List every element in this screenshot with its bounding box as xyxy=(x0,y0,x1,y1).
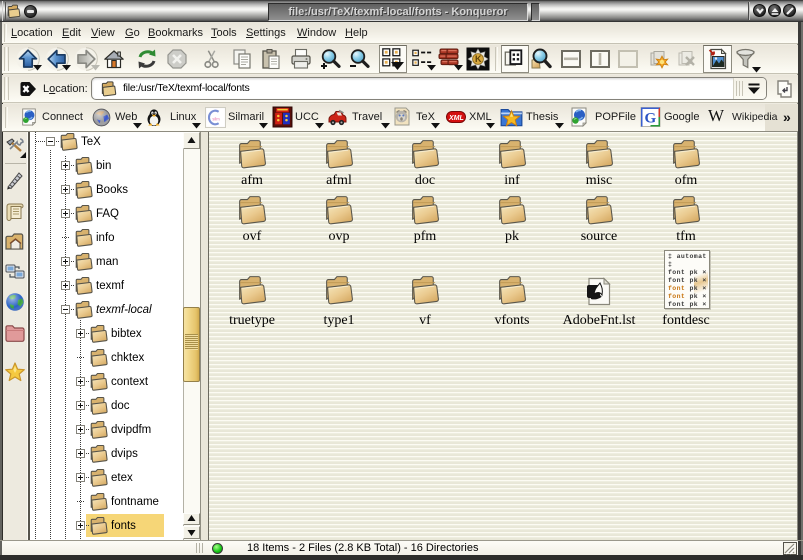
svg-text:silm: silm xyxy=(212,117,220,122)
svg-text:G: G xyxy=(645,111,657,127)
svg-text:K: K xyxy=(475,54,482,64)
svg-text:XML: XML xyxy=(448,115,464,122)
svg-text:W: W xyxy=(708,106,725,125)
